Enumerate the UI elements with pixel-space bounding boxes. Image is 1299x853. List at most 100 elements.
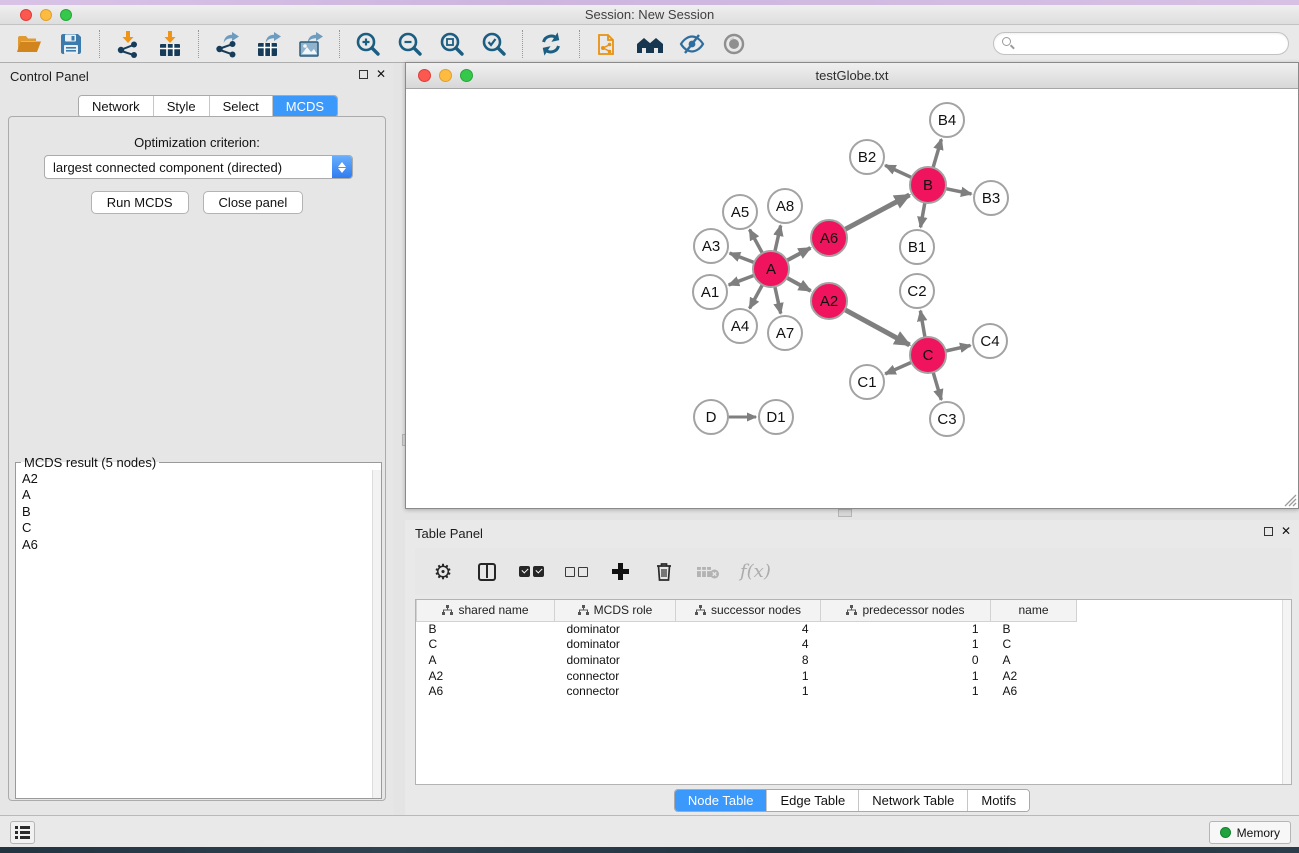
export-table-button[interactable]	[248, 27, 290, 61]
select-all-columns-button[interactable]	[519, 559, 544, 585]
table-settings-button[interactable]: ⚙	[431, 559, 455, 585]
clone-network-button[interactable]	[587, 27, 629, 61]
graph-edge-B-B1[interactable]	[920, 202, 925, 228]
graph-edge-A-A3[interactable]	[730, 253, 755, 263]
graph-node-B1[interactable]: B1	[899, 229, 935, 265]
graph-edge-A-A2[interactable]	[786, 277, 811, 291]
tab-node-table[interactable]: Node Table	[675, 790, 768, 811]
graph-node-B[interactable]: B	[909, 166, 947, 204]
graph-node-C2[interactable]: C2	[899, 273, 935, 309]
close-table-panel-icon[interactable]: ✕	[1281, 526, 1291, 537]
graph-edge-A-A8[interactable]	[775, 226, 781, 253]
graph-node-D1[interactable]: D1	[758, 399, 794, 435]
network-window-titlebar[interactable]: testGlobe.txt	[406, 63, 1298, 89]
resize-grip-icon[interactable]	[1284, 494, 1297, 507]
first-neighbors-button[interactable]	[629, 27, 671, 61]
graph-edge-C-C2[interactable]	[920, 311, 925, 339]
graph-node-A2[interactable]: A2	[810, 282, 848, 320]
column-header-successor-nodes[interactable]: successor nodes	[676, 600, 821, 621]
task-history-button[interactable]	[10, 821, 35, 844]
table-row[interactable]: A2connector11A2	[417, 668, 1077, 684]
show-all-button[interactable]	[713, 27, 755, 61]
tab-select[interactable]: Select	[210, 96, 273, 117]
graph-edge-C-C1[interactable]	[885, 362, 912, 374]
create-column-button[interactable]	[608, 559, 632, 585]
column-header-mcds-role[interactable]: MCDS role	[555, 600, 676, 621]
column-header-shared-name[interactable]: shared name	[417, 600, 555, 621]
open-file-button[interactable]	[8, 27, 50, 61]
main-titlebar[interactable]: Session: New Session	[0, 5, 1299, 25]
graph-node-B4[interactable]: B4	[929, 102, 965, 138]
hide-selected-button[interactable]	[671, 27, 713, 61]
delete-table-button[interactable]	[696, 559, 720, 585]
save-session-button[interactable]	[50, 27, 92, 61]
import-network-button[interactable]	[107, 27, 149, 61]
graph-node-A[interactable]: A	[752, 250, 790, 288]
result-scrollbar[interactable]	[372, 470, 381, 798]
graph-node-B3[interactable]: B3	[973, 180, 1009, 216]
result-item[interactable]: A	[22, 487, 372, 503]
graph-node-A5[interactable]: A5	[722, 194, 758, 230]
tab-network-table[interactable]: Network Table	[859, 790, 968, 811]
graph-edge-A-A4[interactable]	[750, 284, 763, 308]
graph-edge-A6-B[interactable]	[844, 195, 909, 230]
memory-button[interactable]: Memory	[1209, 821, 1291, 844]
zoom-out-button[interactable]	[389, 27, 431, 61]
graph-edge-A2-C[interactable]	[844, 309, 910, 345]
table-row[interactable]: Adominator80A	[417, 652, 1077, 668]
graph-node-A1[interactable]: A1	[692, 274, 728, 310]
graph-edge-C-C3[interactable]	[933, 371, 941, 400]
graph-node-C1[interactable]: C1	[849, 364, 885, 400]
graph-node-A6[interactable]: A6	[810, 219, 848, 257]
function-builder-button[interactable]: f(x)	[740, 559, 771, 585]
optimization-criterion-select[interactable]: largest connected component (directed)	[44, 155, 353, 179]
unselect-all-columns-button[interactable]	[564, 559, 588, 585]
graph-node-A3[interactable]: A3	[693, 228, 729, 264]
tab-edge-table[interactable]: Edge Table	[767, 790, 859, 811]
zoom-fit-button[interactable]	[431, 27, 473, 61]
table-row[interactable]: Cdominator41C	[417, 637, 1077, 653]
graph-node-A4[interactable]: A4	[722, 308, 758, 344]
graph-node-A8[interactable]: A8	[767, 188, 803, 224]
tab-network[interactable]: Network	[79, 96, 154, 117]
graph-node-B2[interactable]: B2	[849, 139, 885, 175]
graph-edge-A-A5[interactable]	[750, 230, 763, 254]
close-panel-icon[interactable]: ✕	[376, 69, 386, 80]
tab-mcds[interactable]: MCDS	[273, 96, 337, 117]
zoom-in-button[interactable]	[347, 27, 389, 61]
graph-edge-B-B4[interactable]	[933, 139, 942, 168]
result-item[interactable]: A2	[22, 471, 372, 487]
graph-node-C4[interactable]: C4	[972, 323, 1008, 359]
import-table-button[interactable]	[149, 27, 191, 61]
graph-node-A7[interactable]: A7	[767, 315, 803, 351]
zoom-selected-button[interactable]	[473, 27, 515, 61]
float-panel-icon[interactable]	[359, 70, 368, 79]
delete-column-button[interactable]	[652, 559, 676, 585]
refresh-button[interactable]	[530, 27, 572, 61]
tab-motifs[interactable]: Motifs	[968, 790, 1029, 811]
column-header-predecessor-nodes[interactable]: predecessor nodes	[821, 600, 991, 621]
graph-edge-B-B3[interactable]	[945, 188, 972, 194]
network-canvas[interactable]: B4 B2 B B3 A8A5 A6 A3 B1 A C2 A1 A2 A4A7 C4 C C1 C3 D D1	[406, 89, 1298, 508]
graph-edge-A-A6[interactable]	[786, 248, 810, 261]
result-item[interactable]: B	[22, 504, 372, 520]
close-panel-button[interactable]: Close panel	[203, 191, 304, 214]
graph-node-C3[interactable]: C3	[929, 401, 965, 437]
graph-node-D[interactable]: D	[693, 399, 729, 435]
table-row[interactable]: A6connector11A6	[417, 683, 1077, 699]
float-table-panel-icon[interactable]	[1264, 527, 1273, 536]
result-item[interactable]: A6	[22, 537, 372, 553]
result-item[interactable]: C	[22, 520, 372, 536]
column-header-name[interactable]: name	[991, 600, 1077, 621]
horizontal-splitter-handle[interactable]	[838, 509, 852, 517]
export-image-button[interactable]	[290, 27, 332, 61]
graph-edge-A-A7[interactable]	[775, 286, 781, 314]
table-scrollbar[interactable]	[1282, 600, 1291, 784]
tab-style[interactable]: Style	[154, 96, 210, 117]
search-input[interactable]	[993, 32, 1289, 55]
graph-edge-C-C4[interactable]	[945, 345, 971, 351]
show-column-button[interactable]	[475, 559, 499, 585]
graph-node-C[interactable]: C	[909, 336, 947, 374]
graph-edge-A-A1[interactable]	[729, 275, 755, 285]
table-row[interactable]: Bdominator41B	[417, 621, 1077, 637]
